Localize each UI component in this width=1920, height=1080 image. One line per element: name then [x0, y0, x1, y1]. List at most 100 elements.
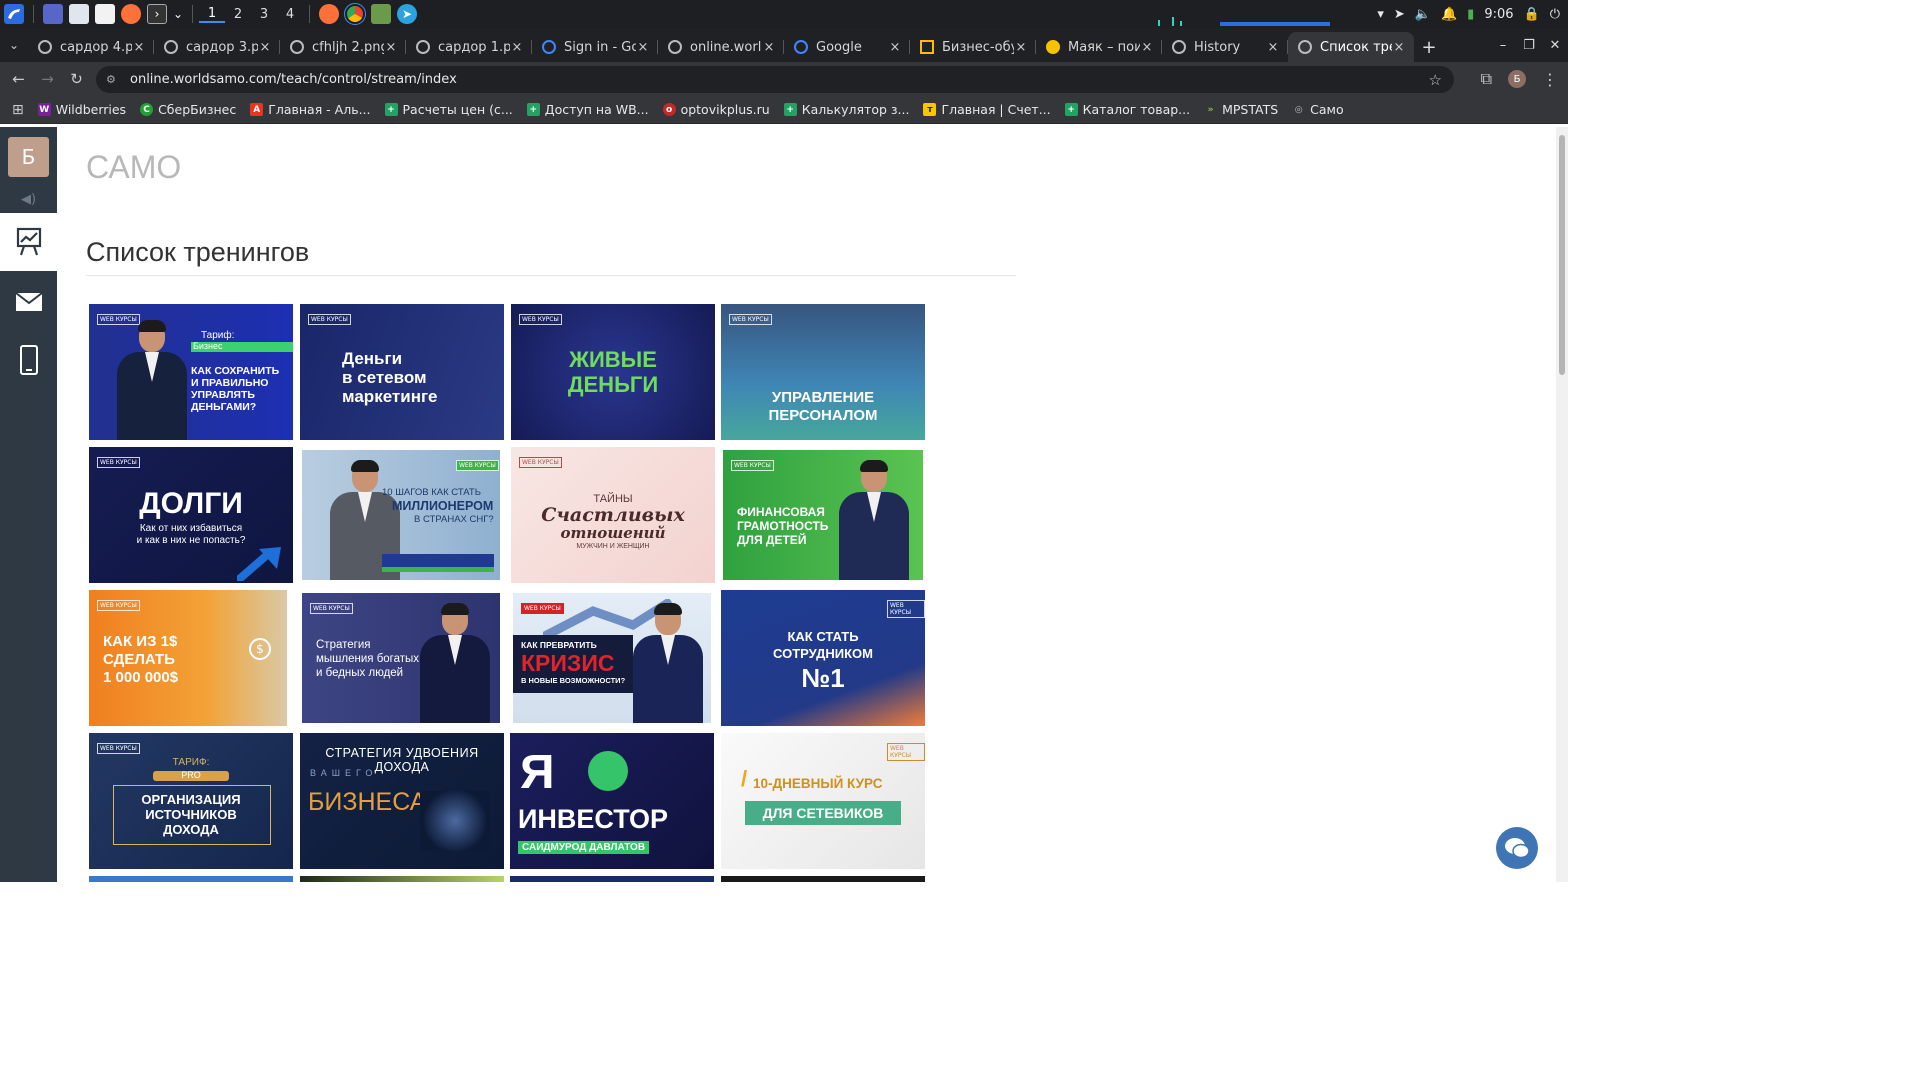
- school-logo[interactable]: САМО: [86, 149, 181, 186]
- training-card[interactable]: WEB КУРСЫ КАК ПРЕВРАТИТЬ КРИЗИС В НОВЫЕ …: [513, 593, 711, 723]
- tab-cfhljh-2[interactable]: cfhljh 2.png ×: [280, 32, 406, 62]
- site-info-icon[interactable]: ⚙: [106, 73, 120, 87]
- tab-sardor-1[interactable]: сардор 1.png×: [406, 32, 532, 62]
- training-card[interactable]: WEB КУРСЫ Деньги в сетевом маркетинге: [300, 304, 504, 440]
- user-avatar[interactable]: Б: [8, 137, 49, 177]
- training-card[interactable]: WEB КУРСЫ / 10-ДНЕВНЫЙ КУРС ДЛЯ СЕТЕВИКО…: [721, 733, 925, 869]
- forward-button[interactable]: →: [33, 70, 62, 88]
- training-card[interactable]: WEB КУРСЫ ТАЙНЫ Счастливых отношений МУЖ…: [511, 447, 715, 583]
- address-bar[interactable]: ⚙ online.worldsamo.com/teach/control/str…: [96, 66, 1454, 93]
- training-card[interactable]: WEB КУРСЫ Стратегия мышления богатых и б…: [302, 593, 500, 723]
- rail-item-trainings[interactable]: [0, 213, 57, 271]
- tab-sardor-4[interactable]: сардор 4.png×: [28, 32, 154, 62]
- close-icon[interactable]: ×: [636, 40, 650, 55]
- bookmark-optovikplus[interactable]: o optovikplus.ru: [662, 102, 770, 117]
- tab-training-list[interactable]: Список тренингов×: [1288, 32, 1414, 62]
- training-card[interactable]: [89, 876, 293, 882]
- workspace-4[interactable]: 4: [277, 7, 303, 22]
- tab-search-button[interactable]: ⌄: [0, 28, 28, 62]
- training-card[interactable]: WEB КУРСЫ КАК СТАТЬ СОТРУДНИКОМ №1: [721, 590, 925, 726]
- bookmark-wb-access[interactable]: + Доступ на WB...: [526, 102, 649, 117]
- close-window-icon[interactable]: ✕: [1542, 38, 1568, 53]
- tab-google-signin[interactable]: Sign in - Google×: [532, 32, 658, 62]
- training-card[interactable]: Я ИНВЕСТОР САИДМУРОД ДАВЛАТОВ: [510, 733, 714, 869]
- telegram-tray-icon[interactable]: ➤: [1394, 7, 1405, 22]
- page-scrollbar[interactable]: [1556, 127, 1568, 882]
- bookmark-wildberries[interactable]: W Wildberries: [37, 102, 126, 117]
- training-card[interactable]: WEB КУРСЫ 10 ШАГОВ КАК СТАТЬ МИЛЛИОНЕРОМ…: [302, 450, 500, 580]
- terminal-icon[interactable]: ›: [147, 4, 167, 24]
- tab-sardor-3[interactable]: сардор 3.png×: [154, 32, 280, 62]
- training-card[interactable]: [300, 876, 504, 882]
- training-card[interactable]: WEB КУРСЫ ФИНАНСОВАЯ ГРАМОТНОСТЬ ДЛЯ ДЕТ…: [723, 450, 923, 580]
- reload-button[interactable]: ↻: [62, 70, 91, 88]
- lock-icon[interactable]: 🔒: [1524, 7, 1540, 22]
- firefox-icon[interactable]: [319, 4, 339, 24]
- close-icon[interactable]: ×: [132, 40, 146, 55]
- tab-online-worldsamo[interactable]: online.worldsamo×: [658, 32, 784, 62]
- back-button[interactable]: ←: [4, 70, 33, 88]
- telegram-icon[interactable]: ➤: [397, 4, 417, 24]
- scrollbar-thumb[interactable]: [1559, 135, 1565, 375]
- bookmark-star-icon[interactable]: ☆: [1429, 71, 1442, 89]
- training-card[interactable]: WEB КУРСЫ УПРАВЛЕНИЕ ПЕРСОНАЛОМ: [721, 304, 925, 440]
- browser-menu-icon[interactable]: ⋮: [1542, 70, 1558, 89]
- bookmark-price-calc[interactable]: + Расчеты цен (с...: [384, 102, 513, 117]
- firefox-icon[interactable]: [121, 4, 141, 24]
- chat-widget-button[interactable]: [1496, 827, 1538, 869]
- training-card[interactable]: СТРАТЕГИЯ УДВОЕНИЯ ДОХОДА ВАШЕГО БИЗНЕСА: [300, 733, 504, 869]
- text-editor-icon[interactable]: [95, 4, 115, 24]
- bookmark-calculator[interactable]: + Калькулятор з...: [783, 102, 909, 117]
- workspace-1[interactable]: 1: [199, 6, 225, 23]
- wifi-icon[interactable]: ▾: [1377, 7, 1384, 22]
- training-card[interactable]: [721, 876, 925, 882]
- speaker-icon[interactable]: ◀): [0, 187, 57, 211]
- tab-mayak[interactable]: Маяк – поиск×: [1036, 32, 1162, 62]
- app-menu-icon[interactable]: [4, 4, 24, 24]
- new-tab-button[interactable]: +: [1414, 32, 1444, 62]
- volume-icon[interactable]: 🔈: [1415, 7, 1431, 22]
- close-icon[interactable]: ×: [762, 40, 776, 55]
- close-icon[interactable]: ×: [1014, 40, 1028, 55]
- chrome-icon[interactable]: [344, 3, 366, 25]
- workspace-3[interactable]: 3: [251, 7, 277, 22]
- bookmark-samo[interactable]: ◎ Само: [1292, 102, 1344, 117]
- profile-avatar[interactable]: Б: [1508, 70, 1526, 88]
- notification-icon[interactable]: 🔔: [1441, 7, 1457, 22]
- close-icon[interactable]: ×: [1392, 40, 1406, 55]
- bookmark-catalog[interactable]: + Каталог товар...: [1064, 102, 1190, 117]
- close-icon[interactable]: ×: [258, 40, 272, 55]
- bookmark-alfa[interactable]: А Главная - Аль...: [250, 102, 371, 117]
- workspace-2[interactable]: 2: [225, 7, 251, 22]
- apps-icon[interactable]: ⊞: [12, 102, 24, 118]
- training-card[interactable]: WEB КУРСЫ ДОЛГИ Как от них избавиться и …: [89, 447, 293, 583]
- minimize-icon[interactable]: –: [1490, 38, 1516, 53]
- restore-icon[interactable]: ❐: [1516, 38, 1542, 53]
- training-card[interactable]: WEB КУРСЫ ТАРИФ: PRO ОРГАНИЗАЦИЯ ИСТОЧНИ…: [89, 733, 293, 869]
- rail-item-messages[interactable]: [0, 273, 57, 331]
- image-viewer-icon[interactable]: [371, 4, 391, 24]
- close-icon[interactable]: ×: [510, 40, 524, 55]
- training-card[interactable]: [510, 876, 714, 882]
- close-icon[interactable]: ×: [384, 40, 398, 55]
- files-icon[interactable]: [69, 4, 89, 24]
- tab-history[interactable]: History ×: [1162, 32, 1288, 62]
- tab-google[interactable]: Google ×: [784, 32, 910, 62]
- bookmark-sberbusiness[interactable]: С СберБизнес: [140, 102, 236, 117]
- bookmark-schet[interactable]: т Главная | Счет...: [923, 102, 1051, 117]
- desktop-icon[interactable]: [43, 4, 63, 24]
- bookmark-mpstats[interactable]: » MPSTATS: [1204, 102, 1279, 117]
- battery-icon[interactable]: ▮: [1467, 7, 1474, 22]
- close-icon[interactable]: ×: [1140, 40, 1154, 55]
- training-card[interactable]: WEB КУРСЫ Тариф: Бизнес КАК СОХРАНИТЬ И …: [89, 304, 293, 440]
- close-icon[interactable]: ×: [1266, 40, 1280, 55]
- rail-item-mobile[interactable]: [0, 331, 57, 389]
- close-icon[interactable]: ×: [888, 40, 902, 55]
- tab-business-training[interactable]: Бизнес-обучение×: [910, 32, 1036, 62]
- extensions-icon[interactable]: ⧉: [1481, 69, 1492, 89]
- training-card[interactable]: WEB КУРСЫ КАК ИЗ 1$ СДЕЛАТЬ 1 000 000$ $: [89, 590, 287, 726]
- clock[interactable]: 9:06: [1484, 7, 1513, 22]
- training-card[interactable]: WEB КУРСЫ ЖИВЫЕ ДЕНЬГИ: [511, 304, 715, 440]
- chevron-down-icon[interactable]: ⌄: [173, 4, 183, 24]
- power-icon[interactable]: ⏻: [1550, 7, 1560, 22]
